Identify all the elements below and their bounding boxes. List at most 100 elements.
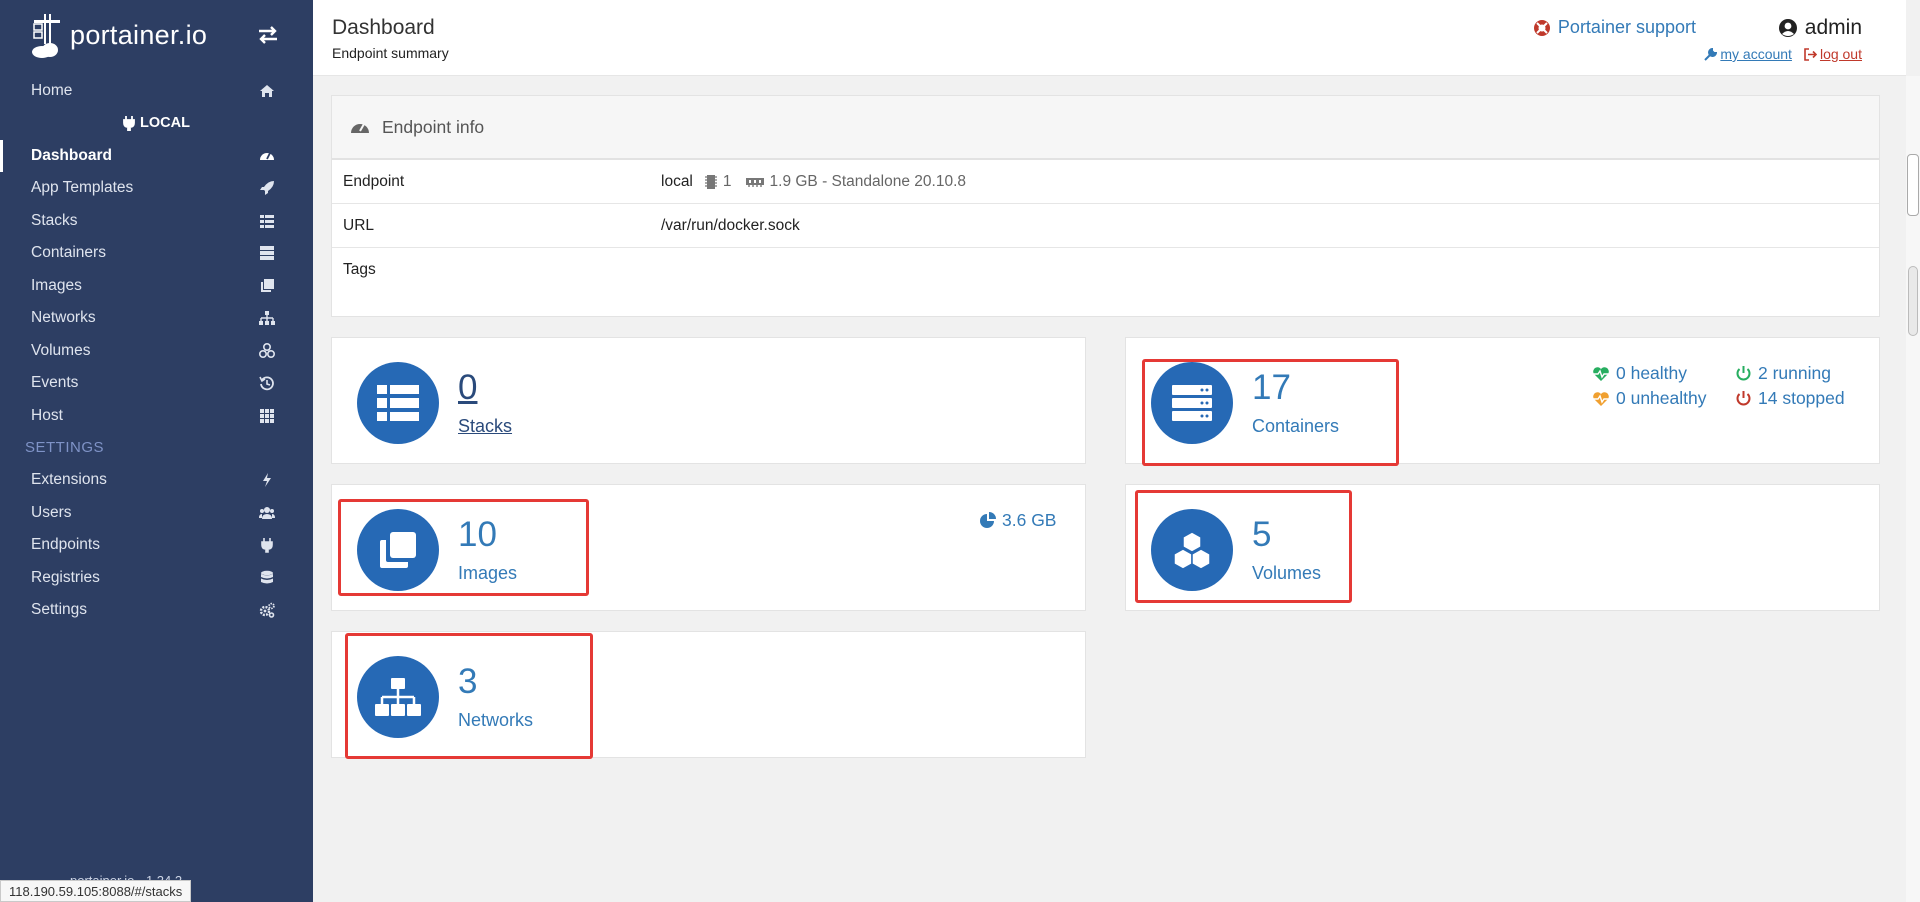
networks-card[interactable]: 3 Networks — [331, 631, 1086, 758]
sidebar: portainer.io Home LOCAL Dashboard App Te… — [0, 0, 313, 902]
sidebar-item-label: Networks — [31, 309, 96, 326]
sidebar-item-label: Dashboard — [31, 147, 112, 164]
widget-header: Endpoint info — [332, 96, 1879, 160]
stopped-count: 14 stopped — [1758, 388, 1845, 408]
url-row: URL /var/run/docker.sock — [332, 204, 1879, 248]
page-subtitle: Endpoint summary — [332, 45, 449, 61]
plug-icon — [261, 538, 273, 553]
log-out-link[interactable]: log out — [1804, 46, 1862, 62]
stacks-icon-circle — [357, 362, 439, 444]
containers-label: Containers — [1252, 416, 1340, 436]
sidebar-item-label: Images — [31, 277, 82, 294]
th-icon — [260, 409, 274, 423]
tachometer-icon — [260, 152, 274, 160]
wrench-icon — [1704, 47, 1718, 61]
unhealthy-count: 0 unhealthy — [1616, 388, 1707, 408]
networks-icon-circle — [357, 656, 439, 738]
cpu-count: 1 — [722, 172, 732, 190]
sidebar-item-containers[interactable]: Containers — [0, 237, 313, 269]
sign-out-icon — [1804, 47, 1817, 61]
cubes-icon — [259, 343, 275, 358]
sidebar-item-stacks[interactable]: Stacks — [0, 205, 313, 237]
sidebar-item-label: Registries — [31, 569, 100, 586]
images-icon-circle — [357, 509, 439, 591]
volumes-icon-circle — [1151, 509, 1233, 591]
sidebar-item-host[interactable]: Host — [0, 400, 313, 432]
vertical-scrollbar[interactable] — [1906, 76, 1920, 902]
cogs-icon — [259, 602, 275, 618]
power-off-icon — [1736, 366, 1751, 381]
sidebar-item-app-templates[interactable]: App Templates — [0, 172, 313, 204]
sidebar-item-volumes[interactable]: Volumes — [0, 335, 313, 367]
bolt-icon — [263, 473, 271, 487]
sidebar-item-home[interactable]: Home — [0, 75, 313, 107]
sidebar-item-label: Settings — [31, 601, 88, 618]
unhealthy-stat: 0 unhealthy — [1592, 388, 1707, 409]
stacks-label: Stacks — [458, 416, 513, 436]
row-value: local 1 1.9 GB - Standalone 20.10.8 — [661, 173, 966, 191]
sidebar-item-events[interactable]: Events — [0, 367, 313, 399]
healthy-count: 0 healthy — [1616, 363, 1688, 383]
my-account-label: my account — [1720, 46, 1792, 62]
sidebar-item-label: Endpoints — [31, 536, 100, 553]
clone-icon — [261, 279, 274, 292]
sidebar-item-label: Events — [31, 374, 79, 391]
images-size: 3.6 GB — [1002, 510, 1057, 530]
tachometer-icon — [351, 123, 369, 133]
scroll-indicator — [1907, 154, 1919, 216]
server-icon — [1172, 385, 1212, 421]
username: admin — [1804, 16, 1862, 39]
portainer-support-link[interactable]: Portainer support — [1533, 17, 1696, 38]
portainer-logo-icon — [32, 14, 60, 58]
settings-heading: SETTINGS — [25, 439, 105, 456]
images-card[interactable]: 10 Images 3.6 GB — [331, 484, 1086, 611]
browser-status-url: 118.190.59.105:8088/#/stacks — [0, 880, 192, 902]
my-account-link[interactable]: my account — [1704, 46, 1792, 62]
brand-logo[interactable]: portainer.io — [0, 0, 313, 70]
home-icon — [260, 85, 274, 97]
sidebar-item-users[interactable]: Users — [0, 497, 313, 529]
containers-count: 17 — [1252, 368, 1291, 407]
pie-chart-icon — [980, 512, 996, 528]
memory-icon — [745, 177, 764, 187]
brand-name: portainer.io — [70, 19, 208, 50]
sidebar-item-images[interactable]: Images — [0, 270, 313, 302]
stacks-card[interactable]: 0 Stacks — [331, 337, 1086, 464]
sidebar-item-networks[interactable]: Networks — [0, 302, 313, 334]
scrollbar-thumb[interactable] — [1908, 266, 1918, 336]
widget-title: Endpoint info — [382, 116, 485, 137]
volumes-card[interactable]: 5 Volumes — [1125, 484, 1880, 611]
images-label: Images — [458, 563, 518, 583]
sidebar-item-endpoints[interactable]: Endpoints — [0, 529, 313, 561]
sidebar-item-settings[interactable]: Settings — [0, 594, 313, 626]
power-off-icon — [1736, 391, 1751, 406]
sidebar-item-label: Extensions — [31, 471, 107, 488]
support-label: Portainer support — [1557, 17, 1696, 37]
stacks-count: 0 — [458, 368, 478, 407]
containers-icon-circle — [1151, 362, 1233, 444]
memory-detail: 1.9 GB - Standalone 20.10.8 — [769, 172, 966, 190]
endpoint-info-widget: Endpoint info Endpoint local 1 1.9 GB - … — [331, 95, 1880, 317]
heartbeat-icon — [1593, 366, 1609, 381]
endpoint-section-label: LOCAL — [140, 115, 190, 131]
server-icon — [260, 246, 274, 260]
sidebar-item-label: Containers — [31, 244, 106, 261]
endpoint-section-local: LOCAL — [0, 108, 313, 138]
sidebar-item-dashboard[interactable]: Dashboard — [0, 140, 313, 172]
stopped-stat: 14 stopped — [1735, 388, 1845, 409]
log-out-label: log out — [1819, 46, 1862, 62]
row-key: URL — [343, 216, 375, 234]
sidebar-item-label: Host — [31, 407, 63, 424]
page-header: Dashboard Endpoint summary Portainer sup… — [313, 0, 1906, 76]
row-key: Endpoint — [343, 172, 405, 190]
containers-card[interactable]: 17 Containers 0 healthy 0 unhealthy 2 ru… — [1125, 337, 1880, 464]
page-title: Dashboard — [332, 16, 435, 39]
sidebar-toggle-icon[interactable] — [255, 24, 281, 46]
heartbeat-icon — [1593, 391, 1609, 406]
tags-row: Tags — [332, 248, 1879, 292]
microchip-icon — [704, 174, 717, 189]
sidebar-item-registries[interactable]: Registries — [0, 562, 313, 594]
rocket-icon — [260, 181, 274, 195]
sidebar-item-label: Volumes — [31, 342, 91, 359]
sidebar-item-extensions[interactable]: Extensions — [0, 464, 313, 496]
